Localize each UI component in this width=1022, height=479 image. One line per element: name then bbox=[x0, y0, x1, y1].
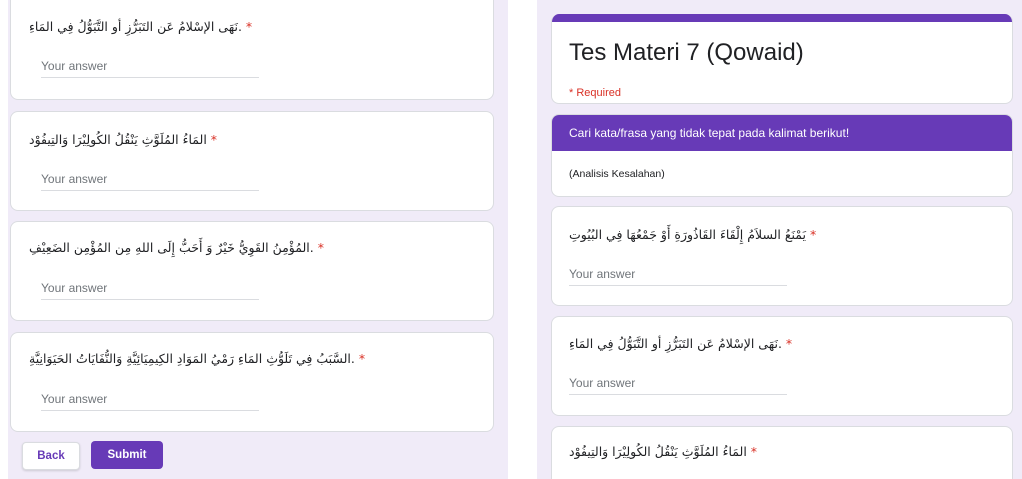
question-card: المَاءُ المُلَوَّثِ يَنْقُلُ الكُولِيْرَ… bbox=[10, 111, 494, 211]
question-label: .نَهَى الإسْلامُ عَن التَبَرُّزِ أو التَ… bbox=[29, 19, 253, 34]
required-star: * bbox=[809, 227, 817, 242]
question-card: .المُؤْمِنُ القَوِيُّ خَيْرٌ وَ أَحَبُّ … bbox=[10, 221, 494, 321]
required-star: * bbox=[785, 336, 793, 351]
left-form-pane[interactable]: .نَهَى الإسْلامُ عَن التَبَرُّزِ أو التَ… bbox=[8, 0, 508, 479]
question-card: .السَّبَبُ فِي تَلَوُّثِ المَاءِ رَمْيُ … bbox=[10, 332, 494, 432]
required-star: * bbox=[750, 444, 758, 459]
right-form-pane[interactable]: Tes Materi 7 (Qowaid) * Required Cari ka… bbox=[537, 0, 1022, 479]
submit-button[interactable]: Submit bbox=[91, 441, 163, 469]
question-label: يَمْنَعُ السلاَمُ إِلْقَاءَ القَاذُورَةِ… bbox=[569, 227, 817, 242]
answer-input[interactable]: Your answer bbox=[569, 373, 787, 395]
question-card: .نَهَى الإسْلامُ عَن التَبَرُّزِ أو التَ… bbox=[551, 316, 1013, 416]
section-description: (Analisis Kesalahan) bbox=[569, 168, 665, 180]
question-card: المَاءُ المُلَوَّثِ يَنْقُلُ الكُولِيْرَ… bbox=[551, 426, 1013, 479]
answer-input[interactable]: Your answer bbox=[41, 56, 259, 78]
required-star: * bbox=[358, 351, 366, 366]
answer-input[interactable]: Your answer bbox=[41, 278, 259, 300]
answer-input[interactable]: Your answer bbox=[41, 169, 259, 191]
question-label: المَاءُ المُلَوَّثِ يَنْقُلُ الكُولِيْرَ… bbox=[29, 132, 218, 147]
form-title: Tes Materi 7 (Qowaid) bbox=[569, 39, 804, 66]
form-header-card: Tes Materi 7 (Qowaid) * Required bbox=[551, 14, 1013, 104]
answer-input[interactable]: Your answer bbox=[41, 389, 259, 411]
question-label: .نَهَى الإسْلامُ عَن التَبَرُّزِ أو التَ… bbox=[569, 336, 793, 351]
question-card: يَمْنَعُ السلاَمُ إِلْقَاءَ القَاذُورَةِ… bbox=[551, 206, 1013, 306]
section-card: Cari kata/frasa yang tidak tepat pada ka… bbox=[551, 114, 1013, 197]
required-note: * Required bbox=[569, 87, 621, 99]
question-label: المَاءُ المُلَوَّثِ يَنْقُلُ الكُولِيْرَ… bbox=[569, 444, 758, 459]
required-star: * bbox=[317, 240, 324, 255]
question-card: .نَهَى الإسْلامُ عَن التَبَرُّزِ أو التَ… bbox=[10, 0, 494, 100]
question-label: .المُؤْمِنُ القَوِيُّ خَيْرٌ وَ أَحَبُّ … bbox=[29, 240, 324, 255]
section-title: Cari kata/frasa yang tidak tepat pada ka… bbox=[552, 115, 1012, 151]
required-star: * bbox=[210, 132, 218, 147]
back-button[interactable]: Back bbox=[22, 442, 80, 470]
required-star: * bbox=[245, 19, 253, 34]
header-accent-band bbox=[552, 14, 1012, 22]
question-label: .السَّبَبُ فِي تَلَوُّثِ المَاءِ رَمْيُ … bbox=[29, 351, 366, 366]
answer-input[interactable]: Your answer bbox=[569, 264, 787, 286]
